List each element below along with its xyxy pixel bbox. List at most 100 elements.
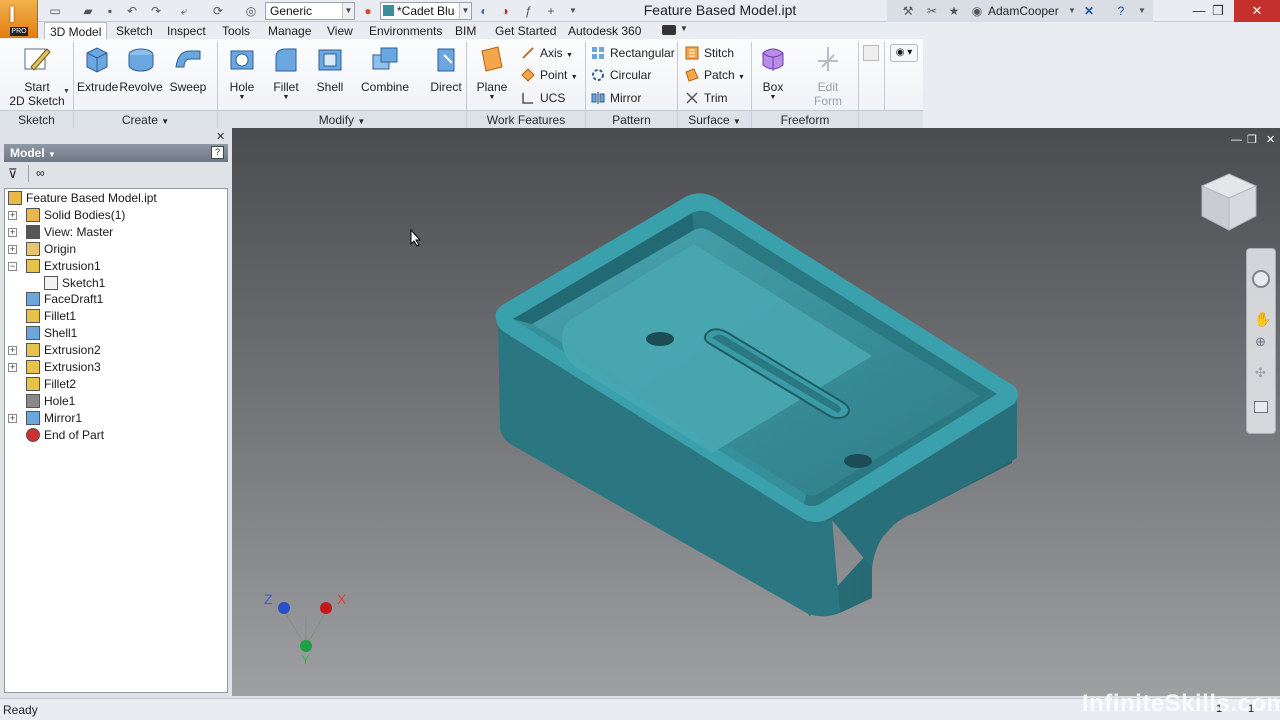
sweep-button[interactable]: Sweep xyxy=(168,43,208,94)
tab-3d-model[interactable]: 3D Model xyxy=(44,22,108,40)
exchange-icon[interactable]: ✕ xyxy=(1081,3,1097,19)
tab-bim[interactable]: BIM xyxy=(450,22,481,40)
collapse-icon[interactable]: − xyxy=(8,261,17,271)
return-icon[interactable]: ⤶ xyxy=(176,3,192,19)
pan-hand-icon[interactable]: ✋ xyxy=(1254,311,1271,328)
tree-node-feature-based-model-ipt[interactable]: Feature Based Model.ipt xyxy=(4,190,224,207)
look-at-icon[interactable] xyxy=(1254,401,1268,413)
edit-form-button[interactable]: Edit Form xyxy=(806,43,850,108)
part-solid[interactable] xyxy=(495,193,1019,617)
expand-icon[interactable]: + xyxy=(8,227,17,237)
fillet-button[interactable]: Fillet ▼ xyxy=(266,43,306,101)
help-icon[interactable]: ? xyxy=(1113,3,1129,19)
expand-icon[interactable]: + xyxy=(8,244,17,254)
chevron-down-icon[interactable]: ▼ xyxy=(1064,3,1080,19)
start-2d-sketch-button[interactable]: Start 2D Sketch xyxy=(6,43,68,108)
star-icon[interactable]: ★ xyxy=(946,3,962,19)
extrude-button[interactable]: Extrude xyxy=(77,43,118,94)
revolve-button[interactable]: Revolve xyxy=(119,43,163,94)
axis-button[interactable]: Axis ▼ xyxy=(521,43,573,63)
tab-manage[interactable]: Manage xyxy=(263,22,316,40)
point-button[interactable]: Point ▼ xyxy=(521,65,578,85)
ribbon-display-icon[interactable] xyxy=(662,25,676,35)
tree-node-solid-bodies-1[interactable]: + Solid Bodies(1) xyxy=(4,207,224,224)
circular-pattern-button[interactable]: Circular xyxy=(591,65,651,85)
tree-node-extrusion1[interactable]: − Extrusion1 xyxy=(4,258,224,275)
rectangular-pattern-button[interactable]: Rectangular xyxy=(591,43,675,63)
find-binoculars-icon[interactable]: ∞ xyxy=(36,166,45,180)
plane-button[interactable]: Plane ▼ xyxy=(472,43,512,101)
steering-wheel-icon[interactable] xyxy=(1252,270,1270,288)
tree-node-sketch1[interactable]: Sketch1 xyxy=(4,275,224,292)
tab-autodesk-360[interactable]: Autodesk 360 xyxy=(563,22,646,40)
parameters-icon[interactable]: ƒ xyxy=(520,3,536,19)
restore-button[interactable]: ❐ xyxy=(1198,0,1238,22)
communication-icon[interactable]: ✂ xyxy=(924,3,940,19)
filter-icon[interactable]: ⊽ xyxy=(8,166,18,182)
tree-node-origin[interactable]: + Origin xyxy=(4,241,224,258)
measure-icon[interactable]: + xyxy=(543,3,559,19)
customize-icon[interactable]: ▼ xyxy=(565,3,581,19)
panel-label-modify[interactable]: Modify ▼ xyxy=(218,110,466,128)
tree-node-hole1[interactable]: Hole1 xyxy=(4,393,224,410)
tree-node-shell1[interactable]: Shell1 xyxy=(4,325,224,342)
convert-icon[interactable] xyxy=(863,45,879,61)
adjust-icon[interactable]: ◑ xyxy=(497,3,513,19)
tab-environments[interactable]: Environments xyxy=(364,22,447,40)
expand-icon[interactable]: + xyxy=(8,413,17,423)
chevron-down-icon[interactable]: ▼ xyxy=(680,24,688,33)
tab-view[interactable]: View xyxy=(322,22,358,40)
select-icon[interactable]: ◎ xyxy=(243,3,259,19)
expand-icon[interactable]: + xyxy=(8,363,17,372)
hole-button[interactable]: Hole ▼ xyxy=(222,43,262,101)
open-file-icon[interactable]: ▰ xyxy=(80,3,96,19)
zoom-icon[interactable]: ⊕ xyxy=(1255,334,1266,350)
wrench-icon[interactable]: ⚒ xyxy=(900,3,916,19)
direct-button[interactable]: Direct xyxy=(427,43,465,94)
redo-icon[interactable]: ↷ xyxy=(148,3,164,19)
tree-node-fillet2[interactable]: Fillet2 xyxy=(4,376,224,393)
tree-node-fillet1[interactable]: Fillet1 xyxy=(4,308,224,325)
ribbon-options-dropdown[interactable]: ◉ ▾ xyxy=(890,44,918,62)
tree-node-view-master[interactable]: + View: Master xyxy=(4,224,224,241)
tab-tools[interactable]: Tools xyxy=(217,22,255,40)
save-icon[interactable]: ▪ xyxy=(102,3,118,19)
appearance-dropdown[interactable]: *Cadet Blu ▼ xyxy=(380,2,472,20)
tab-inspect[interactable]: Inspect xyxy=(162,22,211,40)
expand-icon[interactable]: + xyxy=(8,210,17,220)
freeform-box-button[interactable]: Box ▼ xyxy=(754,43,792,101)
material-dropdown[interactable]: Generic ▼ xyxy=(265,2,355,20)
browser-header[interactable]: Model ▼ xyxy=(4,144,228,162)
clear-appearance-icon[interactable]: ◐ xyxy=(476,3,492,19)
expand-icon[interactable]: + xyxy=(8,346,17,356)
combine-button[interactable]: Combine xyxy=(358,43,412,94)
update-icon[interactable]: ⟳ xyxy=(210,3,226,19)
panel-label-create[interactable]: Create ▼ xyxy=(74,110,217,128)
tree-node-extrusion3[interactable]: + Extrusion3 xyxy=(4,359,224,376)
new-file-icon[interactable]: ▭ xyxy=(47,3,63,19)
tree-node-extrusion2[interactable]: + Extrusion2 xyxy=(4,342,224,359)
mirror-button[interactable]: Mirror xyxy=(591,88,641,108)
chevron-down-icon[interactable]: ▼ xyxy=(1134,3,1150,19)
shell-button[interactable]: Shell xyxy=(310,43,350,94)
tab-get-started[interactable]: Get Started xyxy=(490,22,561,40)
ucs-button[interactable]: UCS xyxy=(521,88,565,108)
user-name[interactable]: AdamCooper xyxy=(988,4,1059,18)
close-button[interactable]: ✕ xyxy=(1234,0,1280,22)
tree-node-end-of-part[interactable]: End of Part xyxy=(4,427,224,444)
application-menu-button[interactable]: I PRO xyxy=(0,0,38,38)
stitch-button[interactable]: Stitch xyxy=(685,43,734,63)
viewcube[interactable] xyxy=(1198,170,1260,234)
tree-node-mirror1[interactable]: + Mirror1 xyxy=(4,410,224,427)
tab-sketch[interactable]: Sketch xyxy=(111,22,158,40)
help-icon[interactable]: ? xyxy=(211,146,224,159)
appearance-icon[interactable]: ● xyxy=(360,3,376,19)
panel-label-surface[interactable]: Surface ▼ xyxy=(678,110,751,128)
undo-icon[interactable]: ↶ xyxy=(124,3,140,19)
patch-button[interactable]: Patch ▼ xyxy=(685,65,745,85)
orbit-icon[interactable]: ✣ xyxy=(1255,365,1266,381)
chevron-down-icon[interactable]: ▼ xyxy=(63,88,70,95)
tree-node-facedraft1[interactable]: FaceDraft1 xyxy=(4,291,224,308)
close-icon[interactable]: ✕ xyxy=(216,130,225,143)
trim-button[interactable]: Trim xyxy=(685,88,728,108)
